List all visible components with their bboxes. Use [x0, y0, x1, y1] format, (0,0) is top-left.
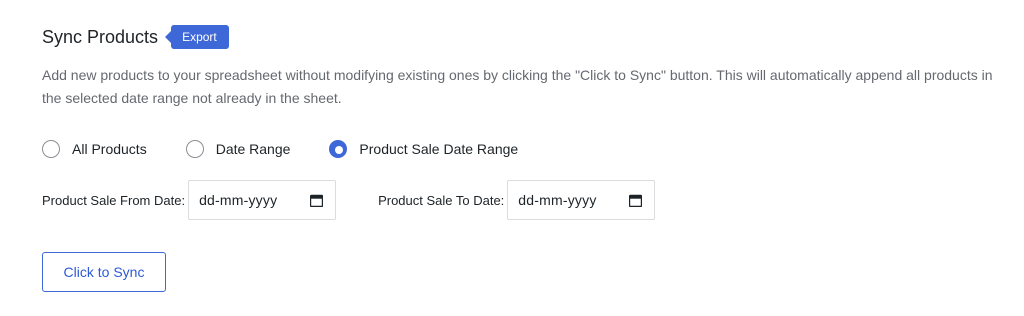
calendar-icon[interactable]	[310, 194, 324, 207]
to-date-label: Product Sale To Date:	[378, 192, 505, 208]
radio-label: Date Range	[215, 141, 291, 157]
to-date-value: dd-mm-yyyy	[518, 192, 597, 208]
radio-date-range[interactable]: Date Range	[185, 140, 291, 158]
header: Sync Products Export	[42, 24, 229, 50]
to-date-input[interactable]: dd-mm-yyyy	[507, 180, 656, 220]
radio-label: Product Sale Date Range	[359, 141, 519, 157]
section-title: Sync Products	[42, 26, 159, 47]
radio-circle-icon[interactable]	[42, 140, 60, 158]
radio-checked-icon[interactable]	[329, 140, 348, 158]
export-badge: Export	[165, 25, 229, 49]
from-date-value: dd-mm-yyyy	[199, 192, 278, 208]
radio-label: All Products	[72, 141, 147, 157]
section-description: Add new products to your spreadsheet wit…	[42, 67, 993, 106]
from-date-label: Product Sale From Date:	[42, 192, 186, 208]
radio-product-sale-date-range[interactable]: Product Sale Date Range	[329, 140, 518, 158]
date-range-fields: Product Sale From Date: dd-mm-yyyy Produ…	[42, 180, 656, 220]
calendar-icon[interactable]	[629, 194, 643, 207]
radio-circle-icon[interactable]	[185, 140, 204, 158]
from-date-input[interactable]: dd-mm-yyyy	[188, 180, 337, 220]
radio-all-products[interactable]: All Products	[42, 140, 147, 158]
sync-mode-radio-group: All Products Date Range Product Sale Dat…	[42, 137, 518, 161]
click-to-sync-button[interactable]: Click to Sync	[42, 252, 166, 292]
